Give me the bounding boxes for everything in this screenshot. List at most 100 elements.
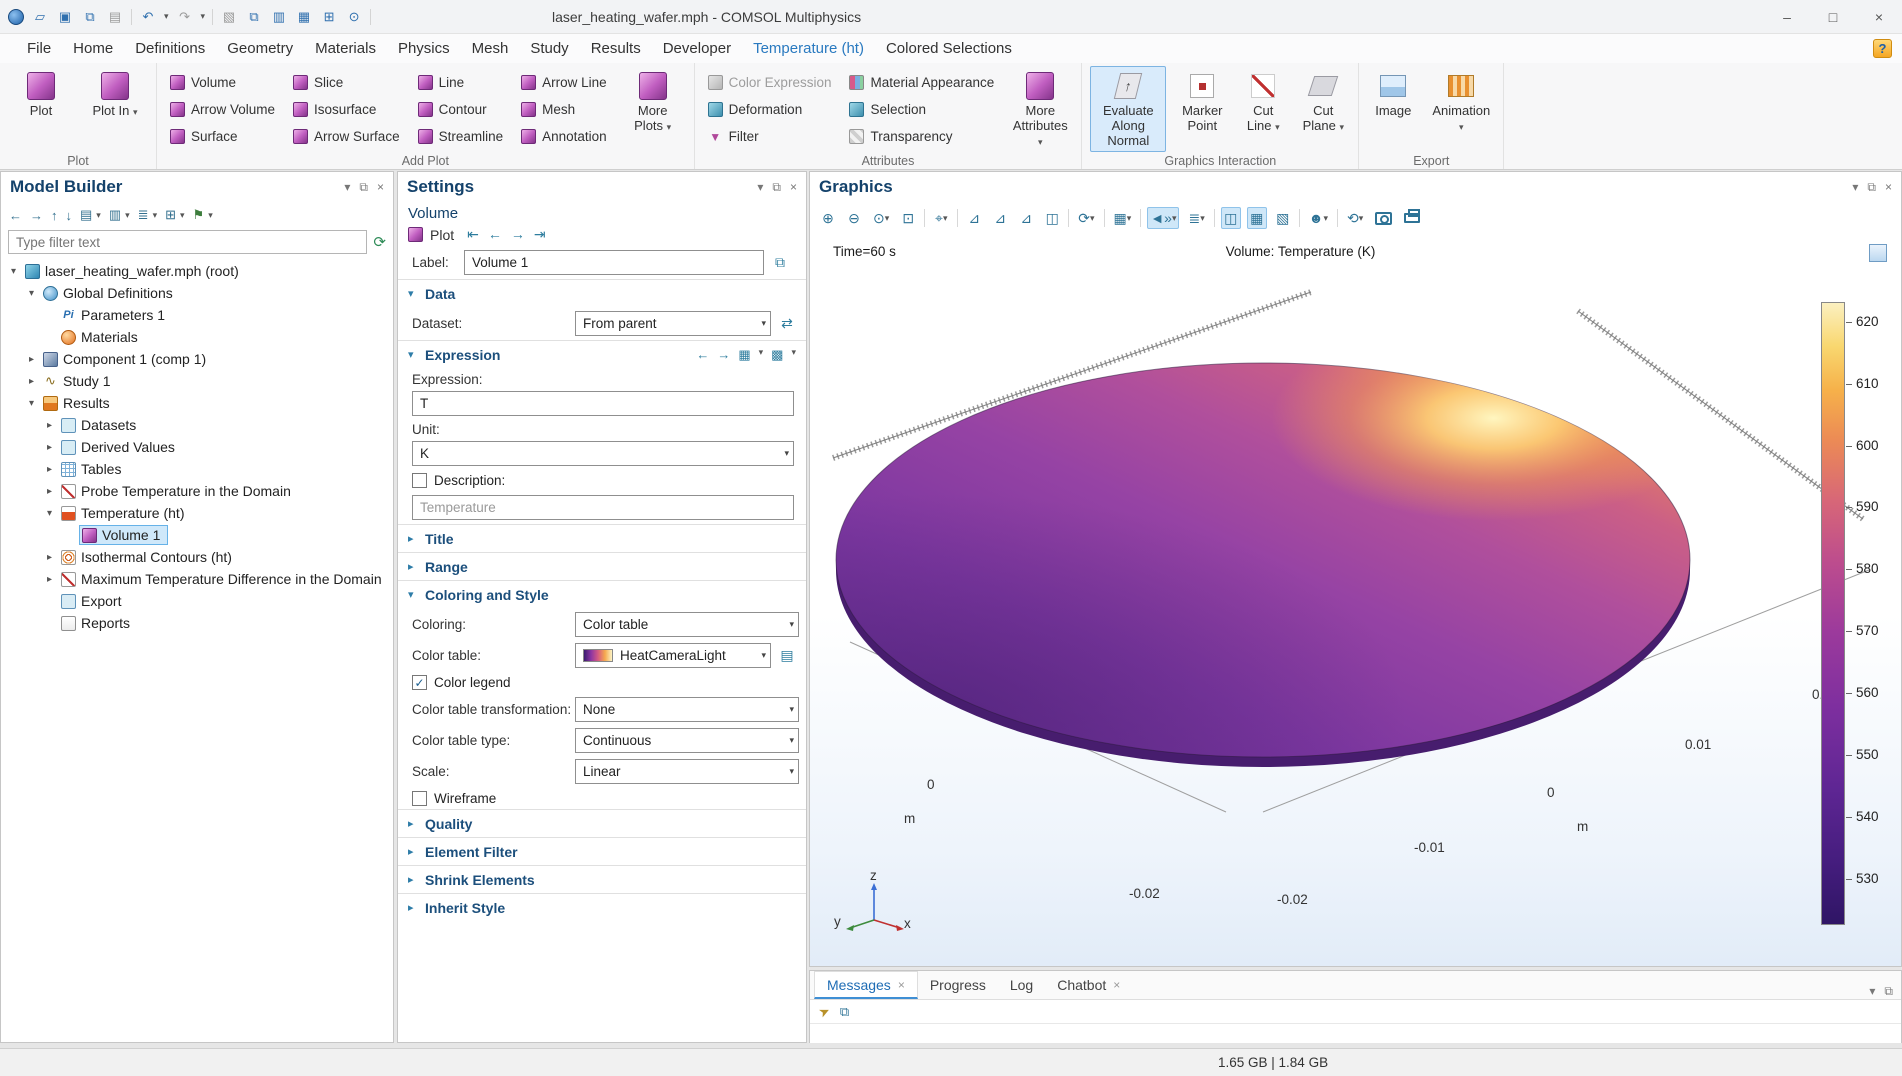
more-plots-button[interactable]: More Plots ▾ bbox=[620, 66, 686, 152]
tab-materials[interactable]: Materials bbox=[304, 36, 387, 61]
model-manager-icon[interactable]: ⊞ bbox=[320, 8, 338, 26]
previous-expression-icon[interactable]: ← bbox=[696, 347, 709, 363]
show-icon[interactable]: ▤ bbox=[80, 207, 92, 223]
tab-mesh[interactable]: Mesh bbox=[461, 36, 520, 61]
coloring-style-section-header[interactable]: ▾ Coloring and Style bbox=[398, 581, 806, 608]
image-button[interactable]: Image bbox=[1367, 66, 1419, 152]
arrow-line-button[interactable]: Arrow Line bbox=[516, 69, 612, 96]
mirror-view-icon[interactable]: ◫ bbox=[1042, 207, 1062, 229]
yz-view-icon[interactable]: ⊿ bbox=[990, 207, 1010, 229]
expand-icon[interactable]: ▾ bbox=[25, 398, 38, 409]
next-expression-icon[interactable]: → bbox=[717, 347, 730, 363]
expand-icon[interactable]: ▾ bbox=[43, 508, 56, 519]
selection-button[interactable]: Selection bbox=[844, 96, 999, 123]
sort-icon[interactable]: ▥ bbox=[109, 207, 121, 223]
data-section-header[interactable]: ▾ Data bbox=[398, 280, 806, 307]
plot-button[interactable]: Plot bbox=[8, 66, 74, 152]
expand-icon[interactable]: ▸ bbox=[25, 354, 38, 365]
go-to-source-icon[interactable]: ⇄ bbox=[776, 313, 798, 335]
quality-section-header[interactable]: ▸ Quality bbox=[398, 810, 806, 837]
split-vertical-icon[interactable]: ▦ bbox=[1247, 207, 1267, 229]
cut-icon[interactable]: ▧ bbox=[220, 8, 238, 26]
tree-item-materials[interactable]: Materials bbox=[1, 326, 393, 348]
arrow-volume-button[interactable]: Arrow Volume bbox=[165, 96, 280, 123]
select-pointer-icon[interactable]: ➤ bbox=[816, 1002, 833, 1021]
label-input[interactable] bbox=[464, 250, 764, 275]
back-icon[interactable]: ← bbox=[9, 208, 22, 223]
tab-colored-selections[interactable]: Colored Selections bbox=[875, 36, 1023, 61]
tree-item-global-definitions[interactable]: ▾Global Definitions bbox=[1, 282, 393, 304]
range-section-header[interactable]: ▸ Range bbox=[398, 553, 806, 580]
tab-physics[interactable]: Physics bbox=[387, 36, 461, 61]
zoom-extents-icon[interactable]: ⊡ bbox=[898, 207, 918, 229]
tree-item-isothermal-contours[interactable]: ▸Isothermal Contours (ht) bbox=[1, 546, 393, 568]
table-icon[interactable]: ▦ bbox=[295, 8, 313, 26]
filter-button[interactable]: ▼Filter bbox=[703, 123, 837, 150]
tab-progress[interactable]: Progress bbox=[918, 971, 998, 999]
tab-developer[interactable]: Developer bbox=[652, 36, 742, 61]
filter-input[interactable] bbox=[8, 230, 367, 254]
tree-item-tables[interactable]: ▸Tables bbox=[1, 458, 393, 480]
delete-icon[interactable]: ▥ bbox=[270, 8, 288, 26]
contour-button[interactable]: Contour bbox=[413, 96, 509, 123]
rename-icon[interactable]: ⧉ bbox=[769, 252, 791, 274]
print-icon[interactable] bbox=[1401, 207, 1423, 229]
open-icon[interactable]: ▱ bbox=[31, 8, 49, 26]
tree-item-probe-temperature[interactable]: ▸Probe Temperature in the Domain bbox=[1, 480, 393, 502]
tree-item-component[interactable]: ▸Component 1 (comp 1) bbox=[1, 348, 393, 370]
last-step-icon[interactable]: ⇥ bbox=[534, 226, 546, 243]
arrow-surface-button[interactable]: Arrow Surface bbox=[288, 123, 405, 150]
camera-icon[interactable] bbox=[1372, 207, 1395, 229]
deformation-button[interactable]: Deformation bbox=[703, 96, 837, 123]
scene-light-icon[interactable]: ▦▾ bbox=[1111, 207, 1135, 229]
panel-float-icon[interactable]: ⧉ bbox=[1884, 984, 1893, 999]
copy-icon[interactable]: ⧉ bbox=[81, 8, 99, 26]
unit-select[interactable]: K▾ bbox=[412, 441, 794, 466]
panel-menu-icon[interactable]: ▾ bbox=[757, 180, 763, 195]
zoom-box-icon[interactable]: ⊙▾ bbox=[870, 207, 892, 229]
expand-icon[interactable]: ▾ bbox=[7, 266, 20, 277]
slice-button[interactable]: Slice bbox=[288, 69, 405, 96]
node-group-icon[interactable]: ⊞ bbox=[165, 207, 176, 223]
plot-in-button[interactable]: Plot In ▾ bbox=[82, 66, 148, 152]
element-filter-section-header[interactable]: ▸ Element Filter bbox=[398, 838, 806, 865]
color-table-transformation-select[interactable]: None▾ bbox=[575, 697, 799, 722]
tree-item-results[interactable]: ▾Results bbox=[1, 392, 393, 414]
save-icon[interactable]: ▣ bbox=[56, 8, 74, 26]
cut-line-button[interactable]: Cut Line ▾ bbox=[1238, 66, 1288, 152]
tree-item-temperature-ht[interactable]: ▾Temperature (ht) bbox=[1, 502, 393, 524]
view-menu-icon[interactable]: ≣▾ bbox=[1185, 207, 1207, 229]
inherit-style-section-header[interactable]: ▸ Inherit Style bbox=[398, 894, 806, 921]
title-section-header[interactable]: ▸ Title bbox=[398, 525, 806, 552]
line-button[interactable]: Line bbox=[413, 69, 509, 96]
tree-item-datasets[interactable]: ▸Datasets bbox=[1, 414, 393, 436]
marker-point-button[interactable]: Marker Point bbox=[1174, 66, 1230, 152]
expand-icon[interactable]: ▸ bbox=[43, 486, 56, 497]
color-table-select[interactable]: HeatCameraLight▾ bbox=[575, 643, 771, 668]
panel-close-icon[interactable]: × bbox=[377, 180, 384, 195]
tree-item-parameters[interactable]: PiParameters 1 bbox=[1, 304, 393, 326]
duplicate-icon[interactable]: ⧉ bbox=[245, 8, 263, 26]
close-button[interactable]: × bbox=[1856, 0, 1902, 34]
next-step-icon[interactable]: → bbox=[511, 226, 525, 243]
transparency-button[interactable]: Transparency bbox=[844, 123, 999, 150]
zoom-out-icon[interactable]: ⊖ bbox=[844, 207, 864, 229]
expand-icon[interactable]: ▸ bbox=[43, 574, 56, 585]
forward-icon[interactable]: → bbox=[30, 208, 43, 223]
color-expression-button[interactable]: Color Expression bbox=[703, 69, 837, 96]
tab-geometry[interactable]: Geometry bbox=[216, 36, 304, 61]
appearance-icon[interactable]: ☻▾ bbox=[1306, 207, 1331, 229]
edit-color-table-icon[interactable]: ▤ bbox=[776, 645, 798, 667]
tab-results[interactable]: Results bbox=[580, 36, 652, 61]
more-attributes-button[interactable]: More Attributes ▾ bbox=[1007, 66, 1073, 152]
rotate-icon[interactable]: ⟳▾ bbox=[1075, 207, 1097, 229]
copy-messages-icon[interactable]: ⧉ bbox=[840, 1004, 849, 1020]
isosurface-button[interactable]: Isosurface bbox=[288, 96, 405, 123]
panel-menu-icon[interactable]: ▾ bbox=[1852, 180, 1858, 195]
sound-icon[interactable]: ◄»▾ bbox=[1147, 207, 1179, 229]
undo-icon[interactable]: ↶ bbox=[139, 8, 157, 26]
replace-expression-icon[interactable]: ▦ bbox=[738, 347, 750, 363]
plot-canvas[interactable]: Time=60 s Volume: Temperature (K) bbox=[810, 234, 1901, 966]
streamline-button[interactable]: Streamline bbox=[413, 123, 509, 150]
settings-plot-button[interactable]: Plot bbox=[430, 227, 454, 243]
